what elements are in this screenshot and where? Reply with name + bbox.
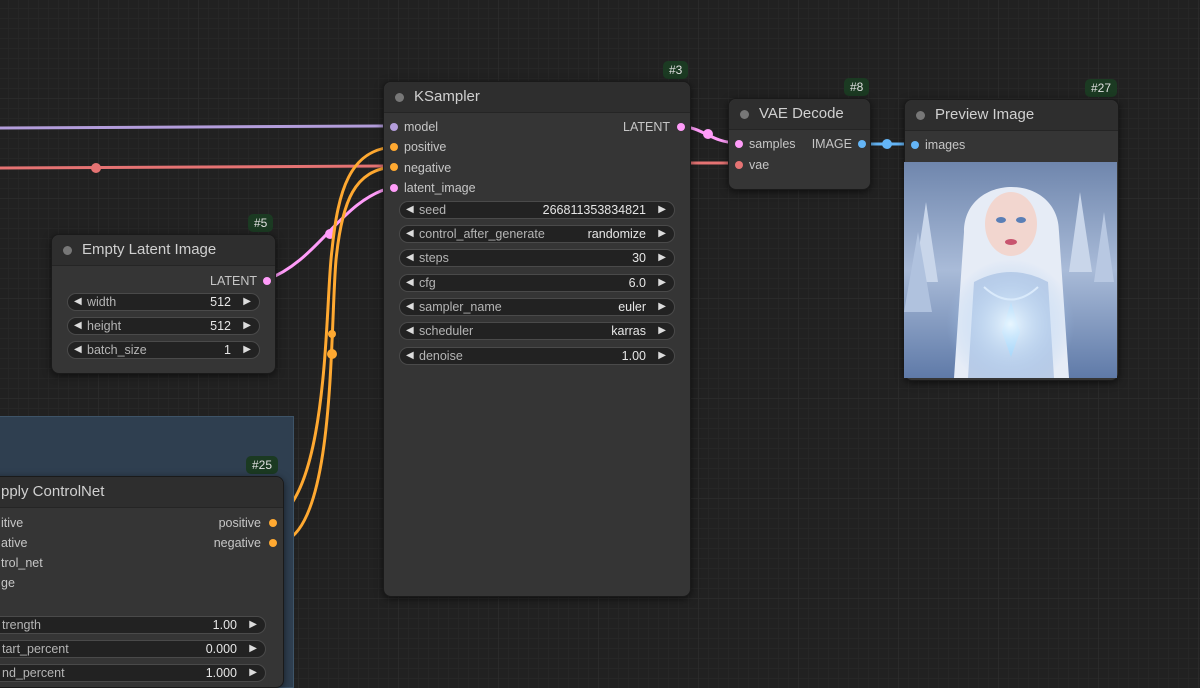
output-slot-label: LATENT	[210, 274, 257, 288]
input-slot-label: ge	[1, 576, 15, 590]
output-slot-dot[interactable]	[269, 539, 277, 547]
arrow-right-icon[interactable]: ▶	[658, 348, 666, 364]
arrow-left-icon[interactable]: ◀	[406, 226, 414, 242]
widget-height[interactable]: ◀ height 512 ▶	[67, 317, 260, 335]
widget-strength[interactable]: trength 1.00 ▶	[0, 616, 266, 634]
node-id-badge: #8	[844, 78, 870, 96]
input-slot-dot[interactable]	[390, 123, 398, 131]
node-title[interactable]: pply ControlNet	[0, 477, 283, 508]
widget-end-percent[interactable]: nd_percent 1.000 ▶	[0, 664, 266, 682]
node-id-badge: #5	[248, 214, 274, 232]
node-title[interactable]: VAE Decode	[729, 99, 870, 130]
node-id-badge: #27	[1085, 79, 1118, 97]
collapse-dot-icon[interactable]	[63, 246, 72, 255]
output-slot-dot[interactable]	[263, 277, 271, 285]
input-slot-label: images	[925, 138, 966, 152]
generated-portrait-image	[904, 162, 1117, 378]
node-title[interactable]: KSampler	[384, 82, 690, 113]
input-slot-dot[interactable]	[390, 163, 398, 171]
arrow-right-icon[interactable]: ▶	[249, 617, 257, 633]
collapse-dot-icon[interactable]	[916, 111, 925, 120]
widget-denoise[interactable]: ◀ denoise 1.00 ▶	[399, 347, 675, 365]
arrow-right-icon[interactable]: ▶	[243, 342, 251, 358]
node-title[interactable]: Preview Image	[905, 100, 1118, 131]
empty-latent-image-node[interactable]: Empty Latent Image LATENT ◀ width 512 ▶ …	[51, 234, 276, 374]
wire-reroute-dot	[882, 139, 892, 149]
wire-negative	[284, 165, 394, 543]
arrow-right-icon[interactable]: ▶	[658, 299, 666, 315]
arrow-right-icon[interactable]: ▶	[658, 202, 666, 218]
wire-reroute-dot	[703, 129, 713, 139]
node-id-badge: #3	[663, 61, 689, 79]
input-slot-dot[interactable]	[735, 161, 743, 169]
arrow-right-icon[interactable]: ▶	[249, 665, 257, 681]
widget-cfg[interactable]: ◀ cfg 6.0 ▶	[399, 274, 675, 292]
widget-start-percent[interactable]: tart_percent 0.000 ▶	[0, 640, 266, 658]
output-slot-dot[interactable]	[269, 519, 277, 527]
input-slot-label: samples	[749, 137, 796, 151]
widget-width[interactable]: ◀ width 512 ▶	[67, 293, 260, 311]
arrow-left-icon[interactable]: ◀	[406, 202, 414, 218]
preview-image[interactable]	[904, 162, 1117, 378]
arrow-left-icon[interactable]: ◀	[74, 294, 82, 310]
input-slot-label: vae	[749, 158, 770, 172]
input-slot-label: itive	[1, 516, 24, 530]
arrow-right-icon[interactable]: ▶	[658, 250, 666, 266]
arrow-right-icon[interactable]: ▶	[658, 323, 666, 339]
input-slot-label: trol_net	[1, 556, 43, 570]
input-slot-dot[interactable]	[911, 141, 919, 149]
output-slot-label: positive	[218, 516, 261, 530]
input-slot-label: model	[404, 120, 439, 134]
wire-reroute-dot	[325, 229, 335, 239]
arrow-right-icon[interactable]: ▶	[243, 318, 251, 334]
wire-clip-negative	[0, 164, 394, 170]
arrow-left-icon[interactable]: ◀	[406, 275, 414, 291]
arrow-left-icon[interactable]: ◀	[74, 342, 82, 358]
input-slot-dot[interactable]	[390, 184, 398, 192]
output-slot-label: LATENT	[623, 120, 670, 134]
vae-decode-node[interactable]: VAE Decode samples vae IMAGE	[728, 98, 871, 190]
output-slot-dot[interactable]	[858, 140, 866, 148]
widget-batch-size[interactable]: ◀ batch_size 1 ▶	[67, 341, 260, 359]
arrow-left-icon[interactable]: ◀	[406, 299, 414, 315]
arrow-left-icon[interactable]: ◀	[406, 250, 414, 266]
arrow-right-icon[interactable]: ▶	[243, 294, 251, 310]
wire-latent-image	[265, 185, 394, 282]
widget-seed[interactable]: ◀ seed 266811353834821 ▶	[399, 201, 675, 219]
input-slot-label: latent_image	[404, 181, 476, 195]
wire-reroute-dot	[91, 163, 101, 173]
widget-sampler-name[interactable]: ◀ sampler_name euler ▶	[399, 298, 675, 316]
collapse-dot-icon[interactable]	[395, 93, 404, 102]
widget-control-after-generate[interactable]: ◀ control_after_generate randomize ▶	[399, 225, 675, 243]
node-title[interactable]: Empty Latent Image	[52, 235, 275, 266]
wire-model	[0, 124, 393, 130]
arrow-left-icon[interactable]: ◀	[406, 348, 414, 364]
input-slot-label: negative	[404, 161, 452, 175]
arrow-right-icon[interactable]: ▶	[249, 641, 257, 657]
ksampler-node[interactable]: KSampler model positive negative latent_…	[383, 81, 691, 597]
widget-scheduler[interactable]: ◀ scheduler karras ▶	[399, 322, 675, 340]
output-slot-dot[interactable]	[677, 123, 685, 131]
widget-steps[interactable]: ◀ steps 30 ▶	[399, 249, 675, 267]
input-slot-label: positive	[404, 140, 447, 154]
node-id-badge: #25	[246, 456, 279, 474]
arrow-left-icon[interactable]: ◀	[74, 318, 82, 334]
input-slot-label: ative	[1, 536, 28, 550]
arrow-right-icon[interactable]: ▶	[658, 226, 666, 242]
arrow-right-icon[interactable]: ▶	[658, 275, 666, 291]
collapse-dot-icon[interactable]	[740, 110, 749, 119]
output-slot-label: negative	[213, 536, 261, 550]
wire-reroute-dot	[327, 349, 337, 359]
apply-controlnet-node[interactable]: pply ControlNet itive ative trol_net ge …	[0, 476, 284, 688]
arrow-left-icon[interactable]: ◀	[406, 323, 414, 339]
wire-reroute-dot	[328, 330, 336, 338]
output-slot-label: IMAGE	[811, 137, 852, 151]
input-slot-dot[interactable]	[390, 143, 398, 151]
input-slot-dot[interactable]	[735, 140, 743, 148]
